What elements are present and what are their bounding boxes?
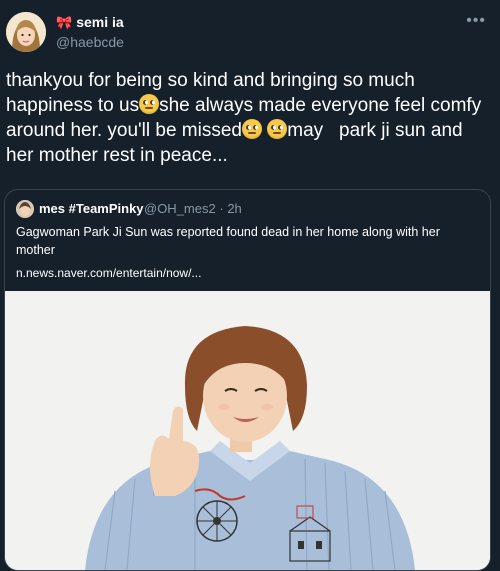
quoted-timestamp[interactable]: 2h [227,201,241,216]
avatar-image [6,12,46,52]
rolling-eyes-emoji-icon [267,119,288,139]
quoted-avatar-image [16,200,34,218]
quoted-text: Gagwoman Park Ji Sun was reported found … [16,225,440,257]
more-options-icon[interactable]: ••• [466,13,486,29]
user-handle[interactable]: @haebcde [56,34,124,50]
avatar[interactable] [6,12,46,52]
quoted-handle[interactable]: @OH_mes2 [144,201,216,216]
display-name-row[interactable]: 🎀 semi ia [56,14,124,31]
quoted-avatar[interactable] [16,200,34,218]
display-name[interactable]: semi ia [76,14,123,30]
quoted-separator: · [219,201,224,216]
photo-image [5,291,490,570]
rolling-eyes-emoji-icon [242,119,262,139]
rolling-eyes-emoji-icon [139,94,160,114]
quoted-photo[interactable] [5,291,490,570]
quoted-link[interactable]: n.news.naver.com/entertain/now/... [16,266,201,280]
ribbon-icon: 🎀 [56,15,73,30]
tweet: 🎀 semi ia @haebcde ••• thankyou for being… [0,0,500,571]
quoted-display-name[interactable]: mes #TeamPinky [39,201,144,216]
quoted-meta[interactable]: @OH_mes2 · 2h [144,201,242,216]
tweet-text: thankyou for being so kind and bringing … [6,68,482,168]
quoted-tweet[interactable]: mes #TeamPinky @OH_mes2 · 2h Gagwoman Pa… [4,189,491,571]
